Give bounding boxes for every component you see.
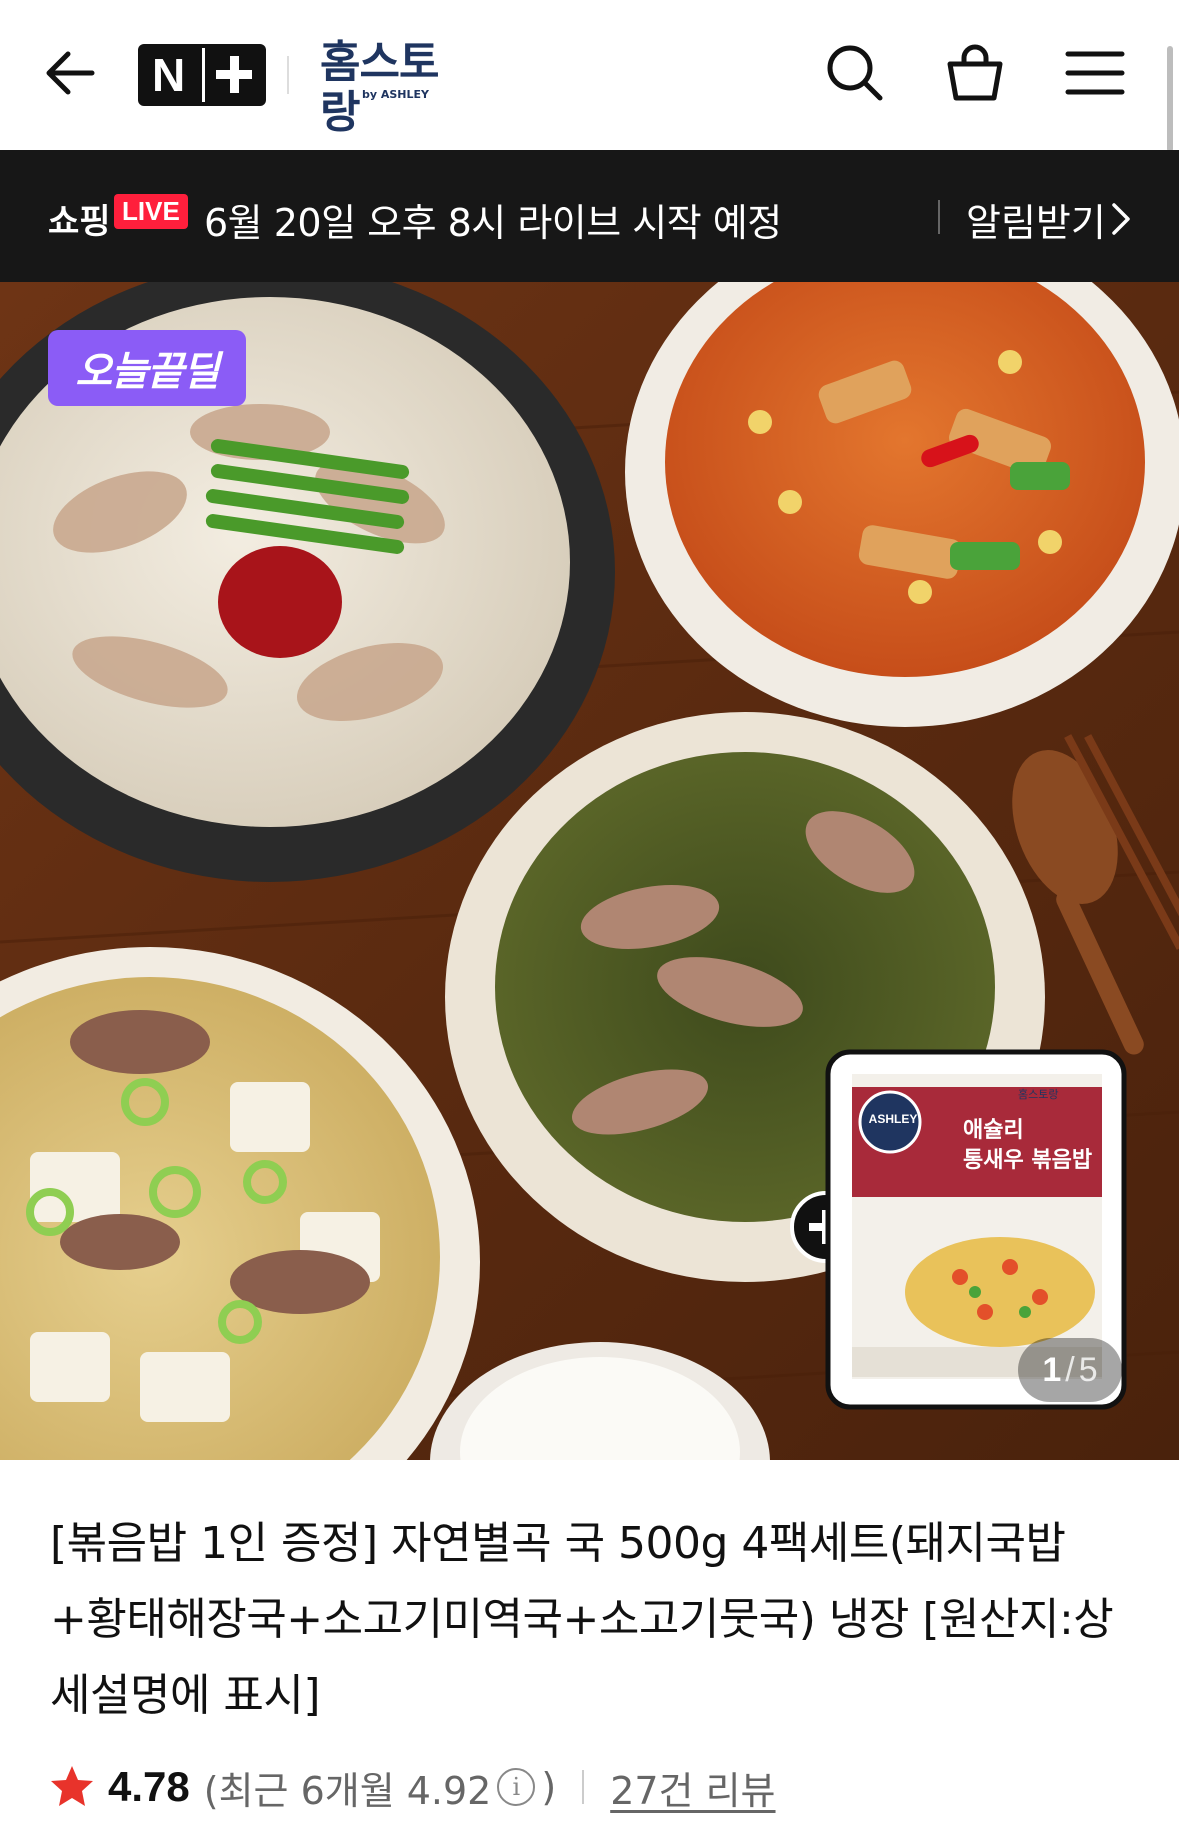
rating-value: 4.78 — [108, 1763, 190, 1810]
shopping-label: 쇼핑 — [48, 202, 111, 242]
scrollbar[interactable] — [1167, 46, 1173, 152]
notify-me-link[interactable]: 알림받기 — [966, 192, 1106, 247]
banner-divider — [938, 200, 940, 234]
star-icon — [51, 1766, 93, 1806]
product-title: [볶음밥 1인 증정] 자연별곡 국 500g 4팩세트(돼지국밥+황태해장국+… — [50, 1518, 1114, 1721]
top-header: N 홈스토랑 by ASHLEY — [0, 0, 1179, 152]
svg-text:N: N — [152, 49, 187, 101]
rating-divider — [582, 1770, 585, 1804]
counter-current: 1 — [1042, 1350, 1062, 1389]
live-schedule-text: 6월 20일 오후 8시 라이브 시작 예정 — [204, 201, 782, 245]
search-button[interactable] — [822, 40, 888, 106]
cart-button[interactable] — [942, 40, 1008, 106]
recent-rating: (최근 6개월 4.92 i ) — [204, 1760, 556, 1815]
naver-plus-logo[interactable]: N — [138, 44, 266, 106]
menu-button[interactable] — [1062, 40, 1128, 106]
brand-sub: by ASHLEY — [362, 88, 430, 101]
rating-row: 4.78 (최근 6개월 4.92 i ) 27건 리뷰 — [48, 1752, 776, 1822]
package-name-line2: 통새우 볶음밥 — [963, 1148, 1093, 1173]
recent-rating-text: (최근 6개월 4.92 — [203, 1768, 492, 1813]
recent-rating-close: ) — [541, 1765, 557, 1809]
header-divider — [287, 56, 289, 94]
search-icon — [827, 45, 883, 101]
package-name-line1: 애슐리 — [963, 1118, 1024, 1143]
hamburger-menu-icon — [1065, 51, 1125, 95]
live-badge: LIVE — [114, 194, 188, 229]
counter-separator: / — [1065, 1350, 1075, 1389]
image-counter: 1 / 5 — [1018, 1338, 1122, 1402]
package-top-label: 홈스토랑 — [1018, 1088, 1059, 1101]
product-image-carousel[interactable]: ASHLEY 홈스토랑 애슐리 통새우 볶음밥 오늘끝딜 1 / 5 — [0, 282, 1179, 1460]
shopping-bag-icon — [947, 44, 1003, 101]
review-count-link[interactable]: 27건 리뷰 — [610, 1760, 775, 1815]
counter-total: 5 — [1078, 1350, 1098, 1389]
live-notice-banner[interactable]: 쇼핑 LIVE 6월 20일 오후 8시 라이브 시작 예정 알림받기 — [0, 150, 1179, 282]
today-deal-badge: 오늘끝딜 — [48, 330, 246, 406]
chevron-right-icon — [1112, 203, 1130, 235]
store-brand-logo[interactable]: 홈스토랑 by ASHLEY — [320, 38, 460, 138]
arrow-left-icon — [46, 51, 95, 95]
info-icon[interactable]: i — [497, 1768, 536, 1806]
product-photo — [0, 282, 1179, 1460]
back-button[interactable] — [40, 42, 102, 104]
package-brand: ASHLEY — [868, 1112, 918, 1126]
n-plus-logo-icon: N — [152, 48, 252, 102]
